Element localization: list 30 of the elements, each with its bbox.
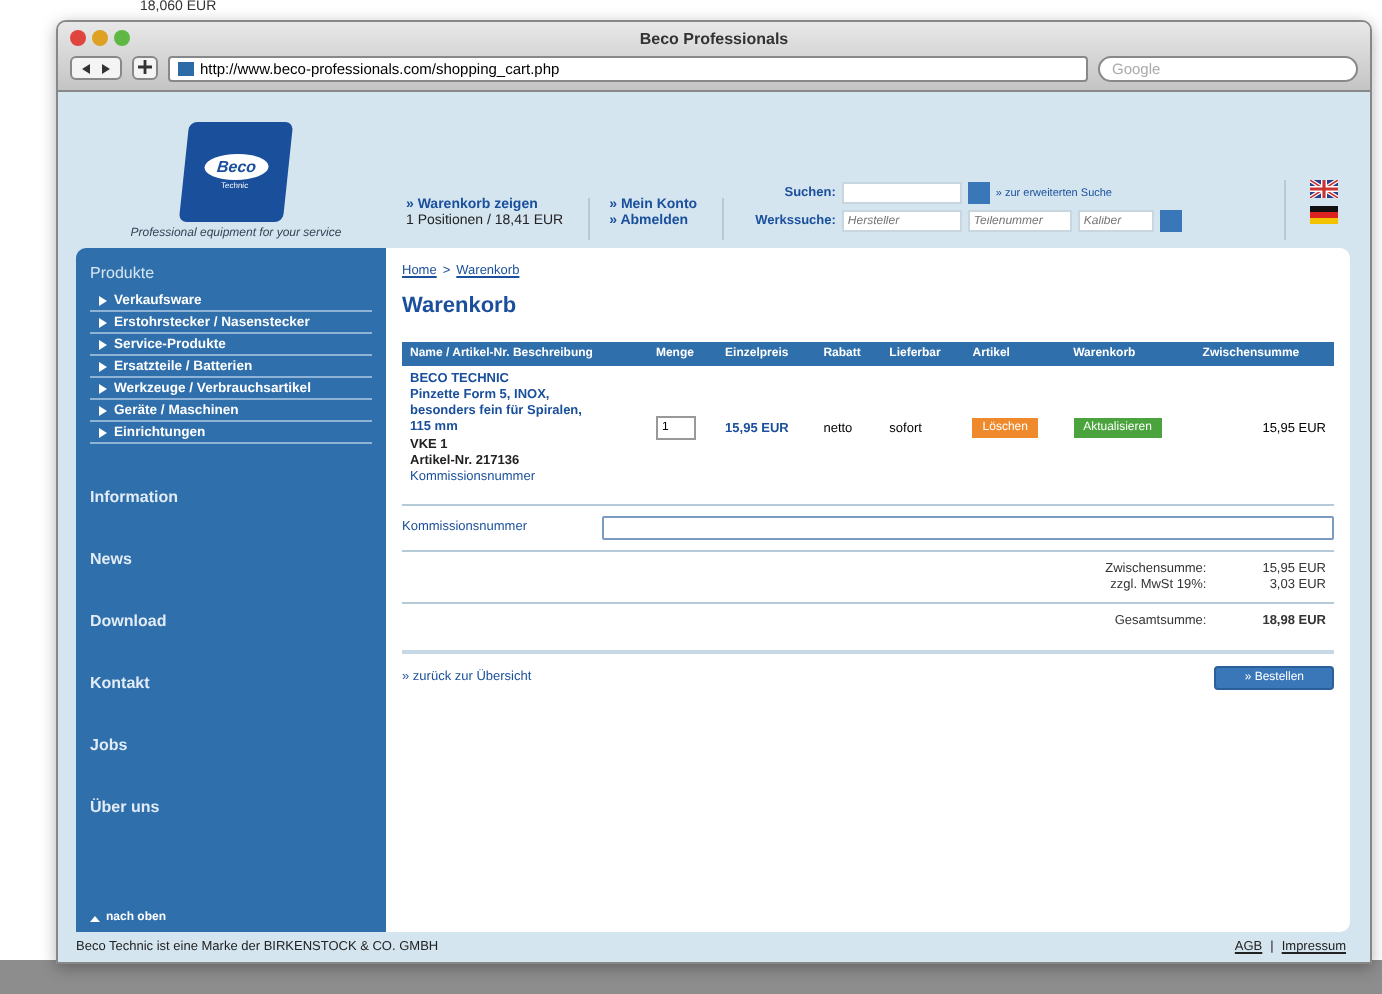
sidebar-heading: Produkte [90, 264, 157, 282]
plus-icon [138, 60, 152, 74]
triangle-right-icon [98, 339, 108, 349]
tool-search-go-button[interactable] [1159, 210, 1182, 232]
triangle-right-icon [98, 317, 108, 327]
triangle-right-icon [98, 405, 108, 415]
close-icon[interactable] [70, 30, 86, 46]
sidebar-link[interactable]: Kontakt [90, 674, 372, 692]
search-go-button[interactable] [967, 182, 990, 204]
sidebar-link[interactable]: Über uns [90, 798, 372, 816]
triangle-right-icon [98, 361, 108, 371]
sidebar-link[interactable]: Jobs [90, 736, 372, 754]
sidebar-link[interactable]: News [90, 550, 372, 568]
back-forward-arrows-icon [82, 63, 110, 73]
sidebar-link[interactable]: Information [90, 488, 372, 506]
triangle-right-icon [98, 427, 108, 437]
window-title: Beco Professionals [639, 29, 791, 47]
add-bookmark-button[interactable] [132, 56, 158, 80]
favicon-icon [178, 61, 194, 75]
german-flag-icon[interactable] [1310, 206, 1338, 224]
back-forward-button[interactable] [70, 56, 122, 80]
triangle-right-icon [98, 295, 108, 305]
sidebar-link[interactable]: Download [90, 612, 372, 630]
triangle-up-icon [90, 913, 100, 923]
commission-field[interactable] [602, 515, 1334, 540]
triangle-right-icon [98, 383, 108, 393]
maximize-icon[interactable] [114, 30, 130, 46]
page-heading: Warenkorb [402, 294, 519, 318]
search-field[interactable] [841, 182, 962, 204]
uk-flag-icon[interactable] [1310, 180, 1338, 198]
